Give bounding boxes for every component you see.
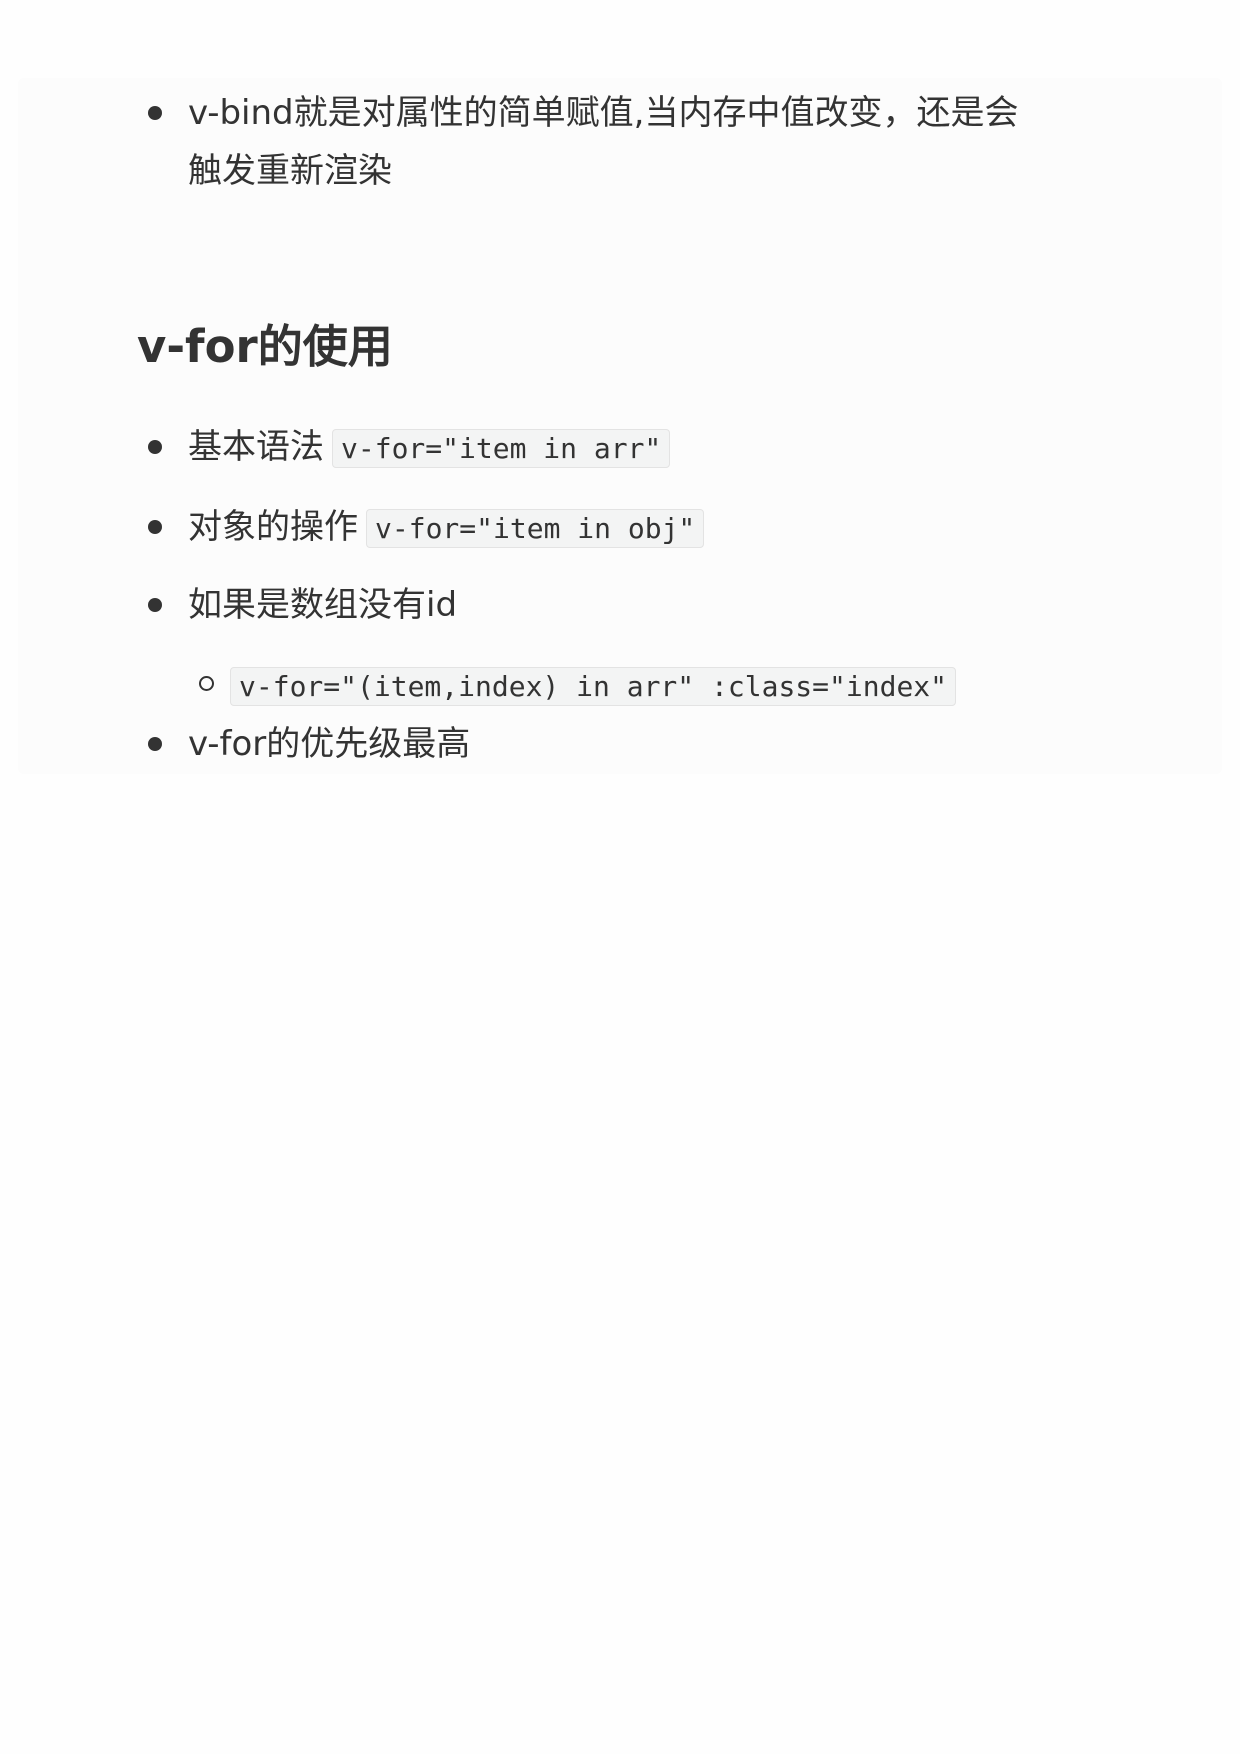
bullet-icon	[148, 440, 162, 454]
list-item-text: 触发重新渲染	[188, 151, 392, 191]
list-item: 对象的操作 v-for="item in obj"	[188, 498, 705, 558]
inline-code: v-for="item in obj"	[366, 509, 705, 548]
bullet-icon	[148, 106, 162, 120]
list-item-text: 对象的操作	[188, 507, 358, 547]
list-item: 如果是数组没有id	[188, 576, 457, 634]
list-item-text: v-for的优先级最高	[188, 724, 471, 764]
bullet-icon	[148, 520, 162, 534]
sub-list-item: v-for="(item,index) in arr" :class="inde…	[230, 656, 957, 716]
list-item: 基本语法 v-for="item in arr"	[188, 418, 671, 478]
bullet-icon	[148, 737, 162, 751]
list-item-text: v-bind就是对属性的简单赋值,当内存中值改变，还是会	[188, 93, 1019, 133]
inline-code: v-for="item in arr"	[332, 429, 671, 468]
list-item-text: 如果是数组没有id	[188, 585, 458, 625]
inline-code: v-for="(item,index) in arr" :class="inde…	[230, 667, 957, 706]
list-item-continuation: 触发重新渲染	[188, 142, 392, 200]
sub-bullet-icon	[199, 676, 214, 691]
bullet-icon	[148, 598, 162, 612]
list-item: v-bind就是对属性的简单赋值,当内存中值改变，还是会	[188, 84, 1018, 142]
section-heading: v-for的使用	[137, 320, 393, 373]
list-item-text: 基本语法	[188, 427, 324, 467]
list-item: v-for的优先级最高	[188, 715, 470, 773]
